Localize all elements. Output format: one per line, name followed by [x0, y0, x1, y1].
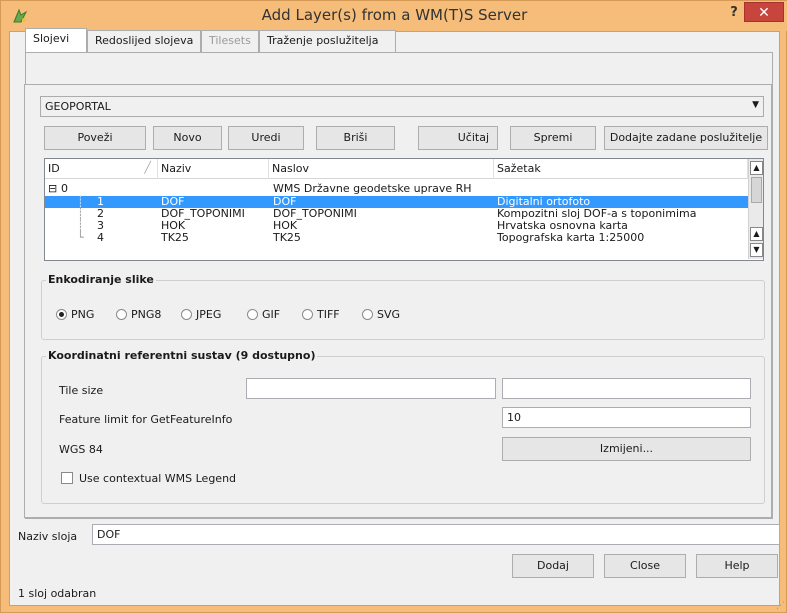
radio-svg[interactable]: SVG	[362, 308, 400, 321]
tree-branch: └	[77, 231, 84, 244]
radio-unchecked-icon	[362, 309, 373, 320]
radio-unchecked-icon	[181, 309, 192, 320]
close-button[interactable]: Close	[604, 554, 686, 578]
crs-name-label: WGS 84	[59, 443, 103, 456]
row-abstract: Topografska karta 1:25000	[497, 231, 645, 244]
scroll-down-icon[interactable]: ▼	[750, 243, 763, 257]
save-button[interactable]: Spremi	[510, 126, 596, 150]
sort-indicator-icon: ╱	[144, 161, 151, 174]
radio-png[interactable]: PNG	[56, 308, 94, 321]
new-button[interactable]: Novo	[153, 126, 222, 150]
radio-tiff[interactable]: TIFF	[302, 308, 340, 321]
resize-grip-icon[interactable]: ⋰	[776, 601, 785, 611]
layers-table[interactable]: ID ╱ Naziv Naslov Sažetak ⊟ 0 WMS Državn…	[44, 158, 764, 261]
image-encoding-title: Enkodiranje slike	[46, 273, 156, 286]
radio-unchecked-icon	[247, 309, 258, 320]
row-name: TK25	[161, 231, 189, 244]
row-title: WMS Državne geodetske uprave RH	[273, 182, 472, 195]
chevron-down-icon: ▼	[752, 100, 759, 110]
radio-jpeg[interactable]: JPEG	[181, 308, 221, 321]
radio-unchecked-icon	[302, 309, 313, 320]
table-header: ID ╱ Naziv Naslov Sažetak	[45, 159, 748, 179]
table-row[interactable]: ⊟ 0 WMS Državne geodetske uprave RH	[45, 183, 748, 195]
table-scrollbar[interactable]: ▲ ▲ ▼	[748, 159, 763, 259]
add-default-servers-button[interactable]: Dodajte zadane poslužitelje	[604, 126, 768, 150]
connect-button[interactable]: Poveži	[44, 126, 146, 150]
radio-checked-icon	[56, 309, 67, 320]
change-crs-button[interactable]: Izmijeni...	[502, 437, 751, 461]
feature-limit-label: Feature limit for GetFeatureInfo	[59, 413, 233, 426]
table-row[interactable]: ┊ 2 DOF_TOPONIMI DOF_TOPONIMI Kompozitni…	[45, 208, 748, 220]
crs-group: Koordinatni referentni sustav (9 dostupn…	[41, 349, 765, 504]
layer-name-label: Naziv sloja	[18, 530, 78, 543]
column-header-sazetak[interactable]: Sažetak	[494, 159, 748, 179]
load-button[interactable]: Učitaj	[418, 126, 498, 150]
help-button[interactable]: Help	[696, 554, 778, 578]
tab-panel-border	[24, 84, 772, 85]
layer-name-input[interactable]: DOF	[92, 524, 780, 545]
table-row[interactable]: └ 4 TK25 TK25 Topografska karta 1:25000	[45, 232, 748, 244]
row-title: TK25	[273, 231, 301, 244]
collapse-icon[interactable]: ⊟	[48, 183, 57, 195]
column-header-id[interactable]: ID ╱	[45, 159, 158, 179]
server-select[interactable]: GEOPORTAL ▼	[40, 96, 764, 117]
radio-unchecked-icon	[116, 309, 127, 320]
delete-button[interactable]: Briši	[316, 126, 395, 150]
crs-title: Koordinatni referentni sustav (9 dostupn…	[46, 349, 318, 362]
contextual-legend-checkbox[interactable]: Use contextual WMS Legend	[61, 472, 236, 485]
radio-gif[interactable]: GIF	[247, 308, 280, 321]
server-select-value: GEOPORTAL	[45, 100, 111, 113]
tile-size-label: Tile size	[59, 384, 104, 397]
status-text: 1 sloj odabran	[18, 587, 97, 600]
scroll-up-icon[interactable]: ▲	[750, 161, 763, 175]
scroll-up-icon[interactable]: ▲	[750, 227, 763, 241]
column-header-naziv[interactable]: Naziv	[158, 159, 269, 179]
row-id: 0	[61, 182, 68, 195]
radio-png8[interactable]: PNG8	[116, 308, 161, 321]
row-id: 4	[97, 231, 104, 244]
checkbox-unchecked-icon	[61, 472, 73, 484]
scroll-thumb[interactable]	[751, 177, 762, 203]
tab-content: GEOPORTAL ▼ Poveži Novo Uredi Briši Učit…	[0, 0, 787, 613]
column-header-naslov[interactable]: Naslov	[269, 159, 494, 179]
feature-limit-input[interactable]: 10	[502, 407, 751, 428]
edit-button[interactable]: Uredi	[228, 126, 304, 150]
tile-size-input-2[interactable]	[502, 378, 751, 399]
tile-size-input-1[interactable]	[246, 378, 496, 399]
add-button[interactable]: Dodaj	[512, 554, 594, 578]
image-encoding-group: Enkodiranje slike PNG PNG8 JPEG GIF TIFF…	[41, 273, 765, 340]
